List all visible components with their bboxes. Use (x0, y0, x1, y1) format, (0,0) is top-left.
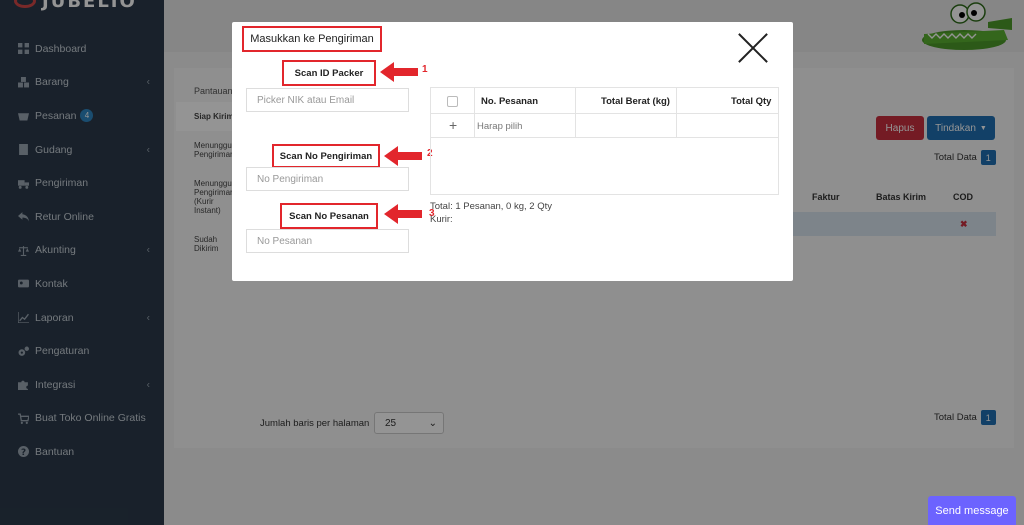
harap-pilih-placeholder[interactable]: Harap pilih (477, 121, 522, 132)
summary-kurir: Kurir: (430, 214, 453, 225)
scan-no-pesanan-label: Scan No Pesanan (280, 203, 378, 229)
picker-nik-email-input[interactable]: Picker NIK atau Email (246, 88, 409, 112)
annotation-number: 1 (422, 64, 428, 75)
scan-no-pengiriman-label: Scan No Pengiriman (272, 144, 380, 168)
close-icon[interactable] (737, 32, 769, 64)
no-pesanan-input[interactable]: No Pesanan (246, 229, 409, 253)
table-header: No. Pesanan Total Berat (kg) Total Qty (431, 88, 778, 114)
column-total-berat: Total Berat (kg) (601, 95, 670, 107)
annotation-arrow-icon (384, 146, 422, 166)
summary-total: Total: 1 Pesanan, 0 kg, 2 Qty (430, 201, 552, 212)
order-table: No. Pesanan Total Berat (kg) Total Qty +… (430, 87, 779, 195)
send-message-button[interactable]: Send message (928, 496, 1016, 525)
column-total-qty: Total Qty (731, 95, 772, 107)
select-all-checkbox[interactable] (447, 88, 458, 114)
modal-title: Masukkan ke Pengiriman (242, 26, 382, 52)
annotation-arrow-icon (384, 204, 422, 224)
column-no-pesanan: No. Pesanan (481, 95, 539, 107)
no-pengiriman-input[interactable]: No Pengiriman (246, 167, 409, 191)
annotation-arrow-icon (380, 62, 418, 82)
table-row[interactable]: + Harap pilih (431, 114, 778, 138)
shipment-summary: Total: 1 Pesanan, 0 kg, 2 Qty Kurir: (430, 200, 552, 226)
scan-id-packer-label: Scan ID Packer (282, 60, 376, 86)
plus-icon[interactable]: + (449, 117, 457, 133)
masukkan-pengiriman-modal: Masukkan ke Pengiriman Scan ID Packer Pi… (232, 22, 793, 281)
